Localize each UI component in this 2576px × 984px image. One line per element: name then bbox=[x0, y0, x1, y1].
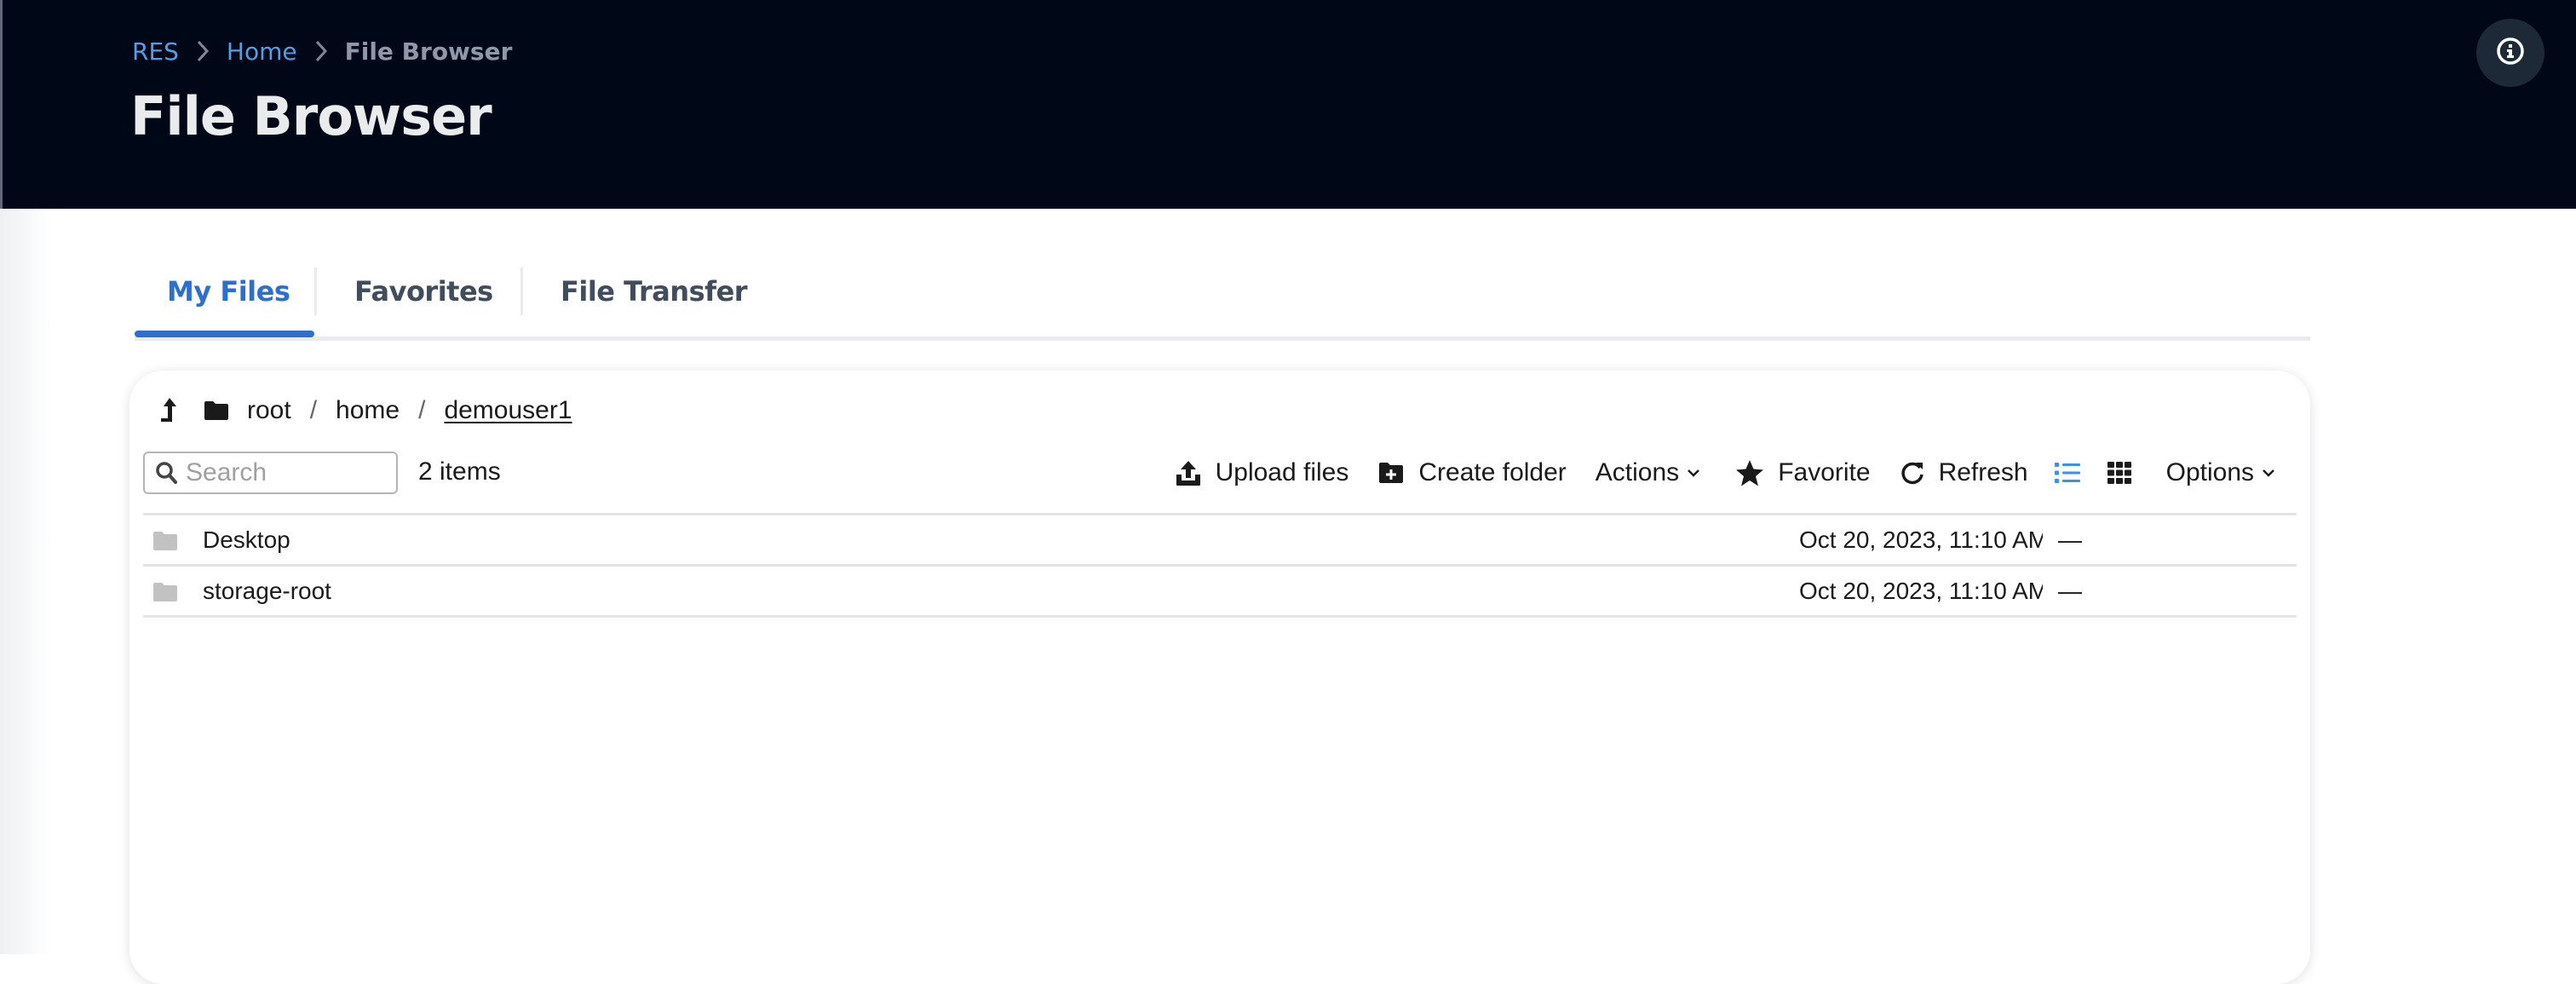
folder-icon bbox=[152, 581, 179, 609]
path-root[interactable]: root bbox=[247, 396, 291, 425]
options-label: Options bbox=[2165, 458, 2254, 486]
folder-icon bbox=[203, 400, 230, 422]
search-icon bbox=[155, 461, 177, 485]
chevron-down-icon bbox=[2263, 469, 2274, 477]
chevron-right-icon bbox=[314, 39, 328, 63]
breadcrumb-res[interactable]: RES bbox=[132, 37, 179, 66]
path-home[interactable]: home bbox=[336, 396, 400, 425]
options-dropdown[interactable]: Options bbox=[2166, 458, 2276, 487]
page-header: RES Home File Browser File Browser bbox=[0, 0, 2576, 209]
refresh-button[interactable]: Refresh bbox=[1900, 458, 2028, 487]
favorite-label: Favorite bbox=[1778, 458, 1871, 486]
list-view-toggle[interactable] bbox=[2054, 461, 2081, 485]
breadcrumb: RES Home File Browser bbox=[132, 34, 512, 68]
path-current-folder[interactable]: demouser1 bbox=[444, 396, 572, 425]
grid-view-icon bbox=[2107, 462, 2131, 484]
tab-file-transfer[interactable]: File Transfer bbox=[561, 266, 748, 317]
tab-divider bbox=[314, 268, 317, 315]
path-separator: / bbox=[418, 396, 426, 424]
file-name[interactable]: Desktop bbox=[203, 527, 290, 554]
grid-view-toggle[interactable] bbox=[2107, 461, 2132, 485]
file-size: — bbox=[2058, 577, 2082, 604]
breadcrumb-home[interactable]: Home bbox=[227, 37, 297, 66]
chevron-right-icon bbox=[196, 39, 210, 63]
tab-divider bbox=[520, 268, 523, 315]
upload-icon bbox=[1176, 461, 1200, 486]
page-background-shade bbox=[0, 209, 51, 954]
refresh-label: Refresh bbox=[1938, 458, 2028, 486]
file-row[interactable]: Desktop Oct 20, 2023, 11:10 AM — bbox=[143, 515, 2297, 567]
info-circle-icon bbox=[2496, 37, 2525, 70]
item-count: 2 items bbox=[418, 457, 501, 486]
folder-plus-icon bbox=[1379, 463, 1404, 483]
path-separator: / bbox=[309, 396, 318, 424]
create-folder-label: Create folder bbox=[1418, 458, 1567, 486]
favorite-button[interactable]: Favorite bbox=[1735, 458, 1871, 487]
path-breadcrumb: root / home / demouser1 bbox=[155, 389, 572, 432]
folder-icon bbox=[152, 530, 179, 558]
refresh-icon bbox=[1900, 462, 1923, 485]
file-list: Desktop Oct 20, 2023, 11:10 AM — storage… bbox=[143, 513, 2297, 618]
toolbar: Upload files Create folder Actions Favor… bbox=[1146, 452, 2276, 494]
info-button[interactable] bbox=[2476, 19, 2544, 87]
file-browser-panel: root / home / demouser1 2 items Upload f… bbox=[129, 371, 2310, 984]
page-title: File Browser bbox=[130, 85, 492, 147]
file-modified: Oct 20, 2023, 11:10 AM bbox=[1799, 526, 2043, 553]
star-icon bbox=[1736, 460, 1764, 486]
file-modified: Oct 20, 2023, 11:10 AM bbox=[1799, 577, 2043, 604]
tab-bar: My Files Favorites File Transfer bbox=[135, 256, 2310, 341]
active-tab-indicator bbox=[135, 331, 314, 337]
tab-my-files[interactable]: My Files bbox=[167, 266, 290, 317]
file-row[interactable]: storage-root Oct 20, 2023, 11:10 AM — bbox=[143, 567, 2297, 618]
file-size: — bbox=[2058, 526, 2082, 553]
create-folder-button[interactable]: Create folder bbox=[1377, 458, 1567, 487]
chevron-down-icon bbox=[1688, 469, 1700, 477]
actions-dropdown[interactable]: Actions bbox=[1596, 458, 1701, 487]
tab-favorites[interactable]: Favorites bbox=[354, 266, 493, 317]
upload-files-button[interactable]: Upload files bbox=[1175, 458, 1349, 487]
search-input[interactable] bbox=[186, 458, 382, 487]
actions-label: Actions bbox=[1595, 458, 1680, 486]
go-up-icon[interactable] bbox=[158, 396, 177, 425]
file-name[interactable]: storage-root bbox=[203, 578, 331, 605]
breadcrumb-current: File Browser bbox=[344, 37, 513, 66]
search-field[interactable] bbox=[143, 452, 398, 494]
upload-files-label: Upload files bbox=[1215, 458, 1349, 486]
list-view-icon bbox=[2054, 463, 2080, 483]
